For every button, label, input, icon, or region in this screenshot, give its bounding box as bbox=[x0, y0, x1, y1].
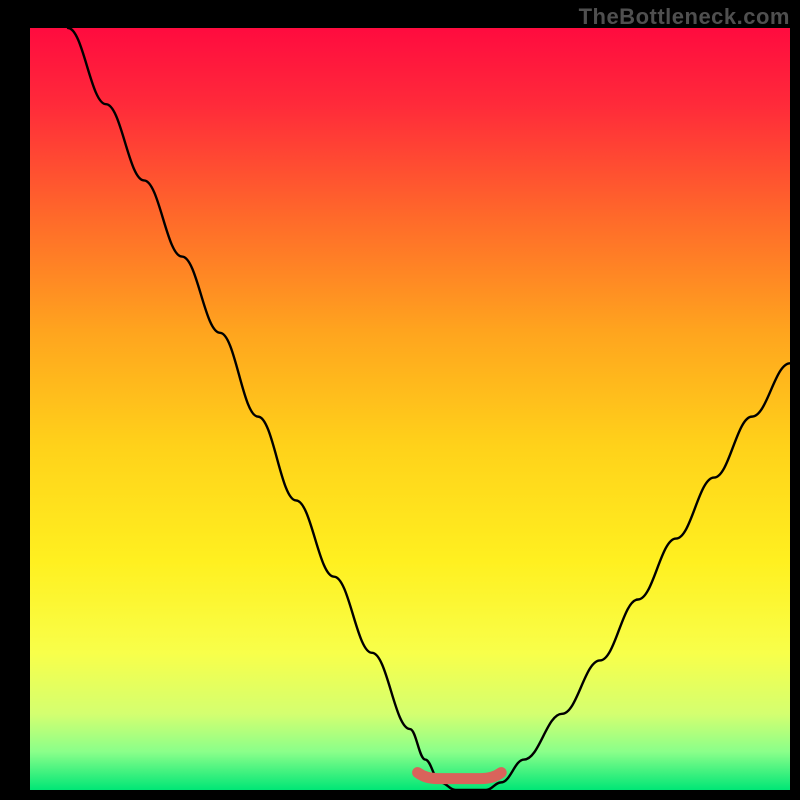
bottleneck-chart bbox=[0, 0, 800, 800]
watermark-text: TheBottleneck.com bbox=[579, 4, 790, 30]
flat-highlight bbox=[418, 773, 502, 779]
plot-background bbox=[30, 28, 790, 790]
chart-frame: TheBottleneck.com bbox=[0, 0, 800, 800]
